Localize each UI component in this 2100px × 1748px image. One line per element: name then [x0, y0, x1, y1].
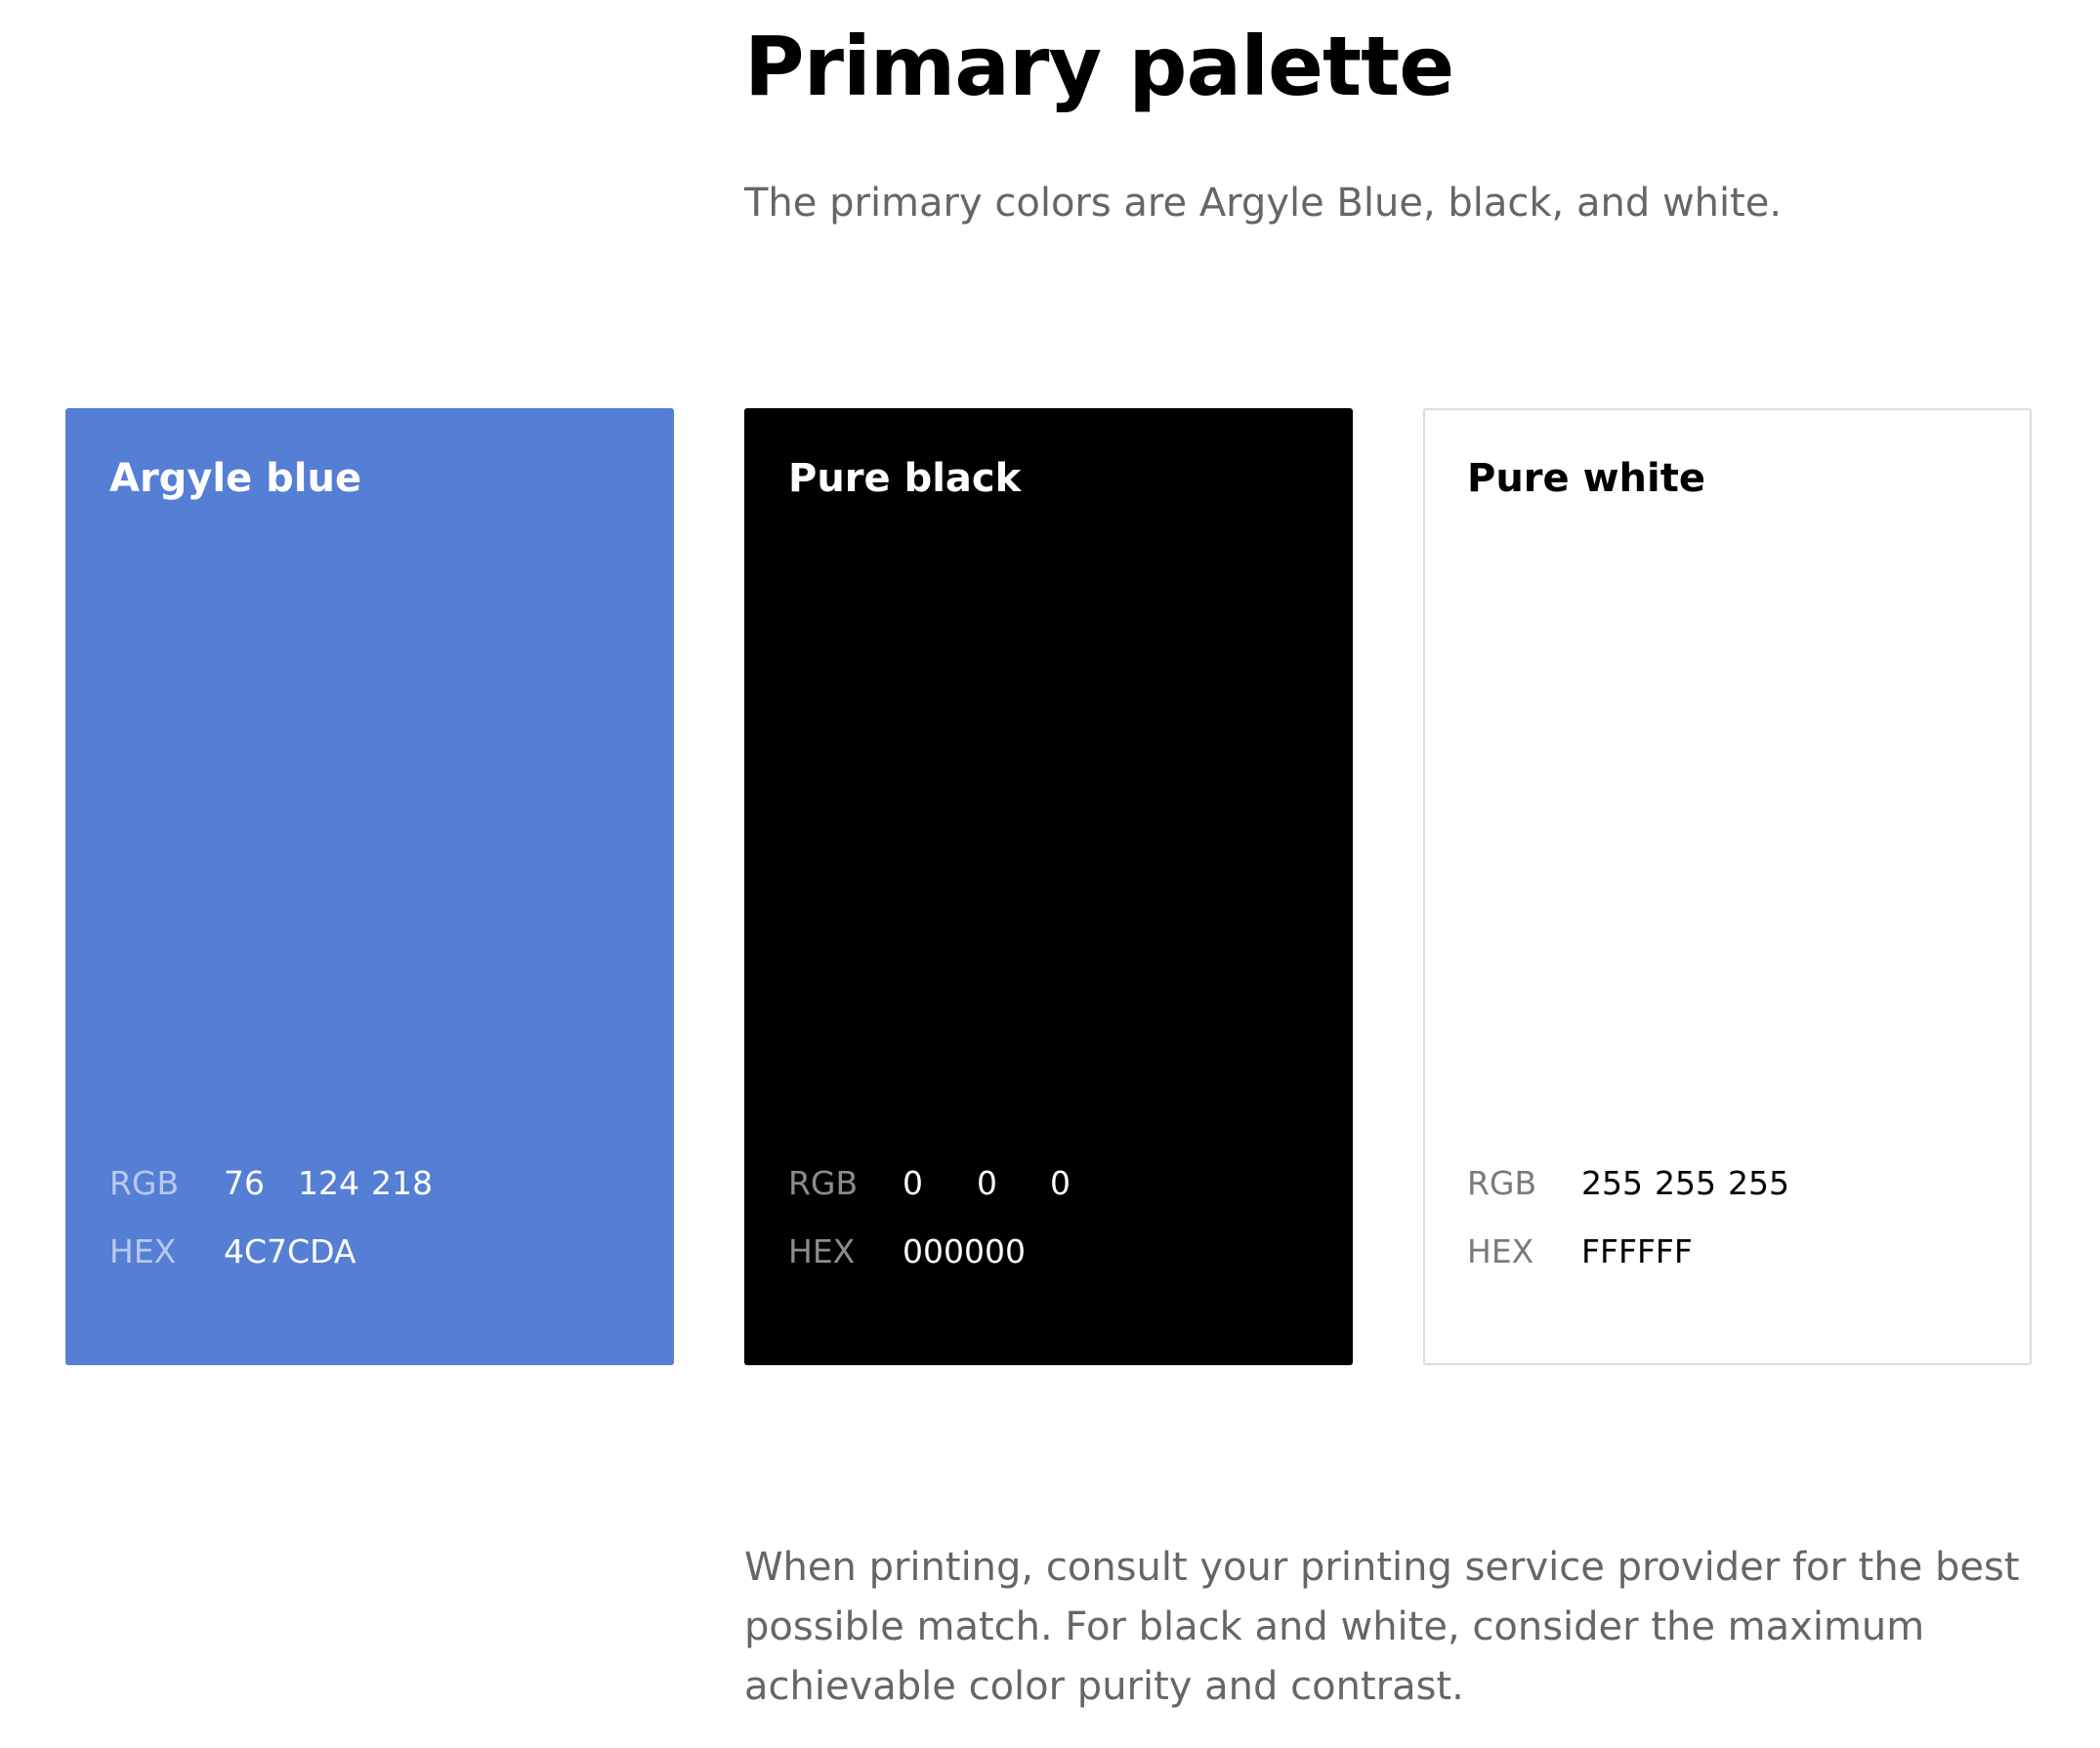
rgb-label: RGB	[788, 1164, 859, 1202]
swatch-card-argyle-blue: Argyle blue RGB 76 124 218 HEX 4C7CDA	[65, 408, 674, 1365]
intro-text: The primary colors are Argyle Blue, blac…	[744, 181, 1783, 226]
swatch-name: Argyle blue	[109, 456, 362, 501]
rgb-red-value: 0	[903, 1164, 923, 1202]
hex-label: HEX	[788, 1232, 856, 1270]
rgb-blue-value: 218	[371, 1164, 433, 1202]
rgb-red-value: 255	[1581, 1164, 1643, 1202]
rgb-label: RGB	[1467, 1164, 1537, 1202]
rgb-green-value: 255	[1655, 1164, 1716, 1202]
swatch-name: Pure white	[1467, 456, 1705, 501]
rgb-red-value: 76	[224, 1164, 265, 1202]
rgb-blue-value: 0	[1050, 1164, 1071, 1202]
swatch-name: Pure black	[788, 456, 1022, 501]
rgb-blue-value: 255	[1728, 1164, 1789, 1202]
hex-value: 000000	[903, 1232, 1026, 1270]
hex-value: 4C7CDA	[224, 1232, 357, 1270]
swatch-card-pure-white: Pure white RGB 255 255 255 HEX FFFFFF	[1423, 408, 2032, 1365]
rgb-green-value: 124	[298, 1164, 359, 1202]
printing-note: When printing, consult your printing ser…	[744, 1545, 2020, 1709]
page-title: Primary palette	[744, 19, 1454, 114]
rgb-green-value: 0	[977, 1164, 997, 1202]
hex-value: FFFFFF	[1581, 1232, 1693, 1270]
swatch-card-pure-black: Pure black RGB 0 0 0 HEX 000000	[744, 408, 1353, 1365]
hex-label: HEX	[109, 1232, 177, 1270]
hex-label: HEX	[1467, 1232, 1534, 1270]
rgb-label: RGB	[109, 1164, 180, 1202]
